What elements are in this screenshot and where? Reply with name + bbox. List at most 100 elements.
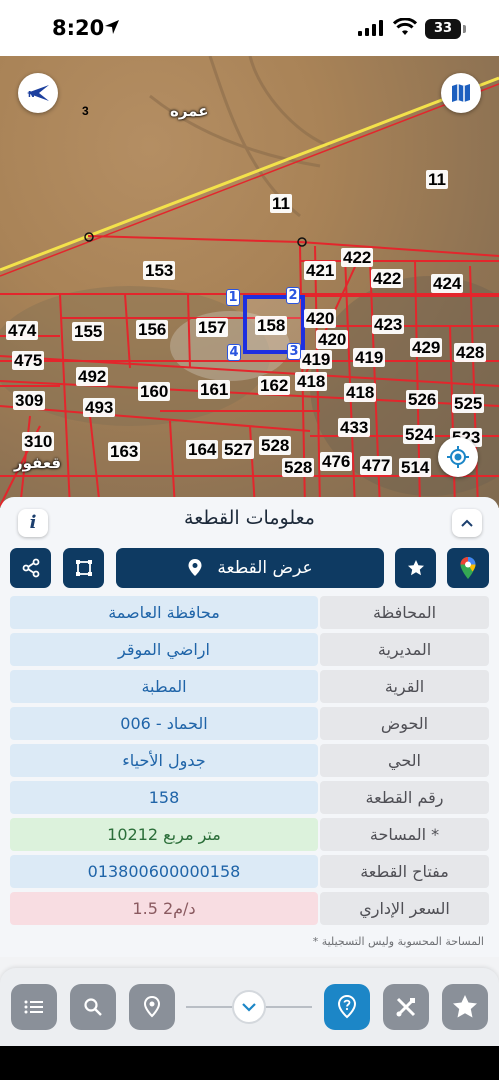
favorite-button[interactable]	[395, 548, 436, 588]
info-row-value[interactable]: الحماد - 006	[10, 707, 318, 740]
pin-search-button[interactable]	[129, 984, 175, 1030]
plot-label[interactable]: 155	[72, 322, 105, 341]
plot-label[interactable]: 160	[138, 382, 171, 401]
plot-label[interactable]: 158	[255, 316, 288, 335]
map-icon	[452, 84, 470, 102]
svg-text:N: N	[28, 90, 35, 99]
plot-label[interactable]: 422	[341, 248, 374, 267]
plot-label[interactable]: 419	[300, 350, 333, 369]
plot-label[interactable]: 526	[406, 390, 439, 409]
info-row-label: الحي	[320, 744, 489, 777]
info-row-label: الحوض	[320, 707, 489, 740]
chevron-up-icon	[461, 519, 473, 527]
badge-button[interactable]	[442, 984, 488, 1030]
open-in-maps-button[interactable]	[447, 548, 489, 588]
map-view[interactable]: عمره قعفور 3 11 11 153 422 421 422 424 4…	[0, 56, 499, 508]
star-icon	[407, 560, 424, 576]
plot-label[interactable]: 422	[371, 269, 404, 288]
plot-label[interactable]: 528	[259, 436, 292, 455]
plot-label[interactable]: 477	[360, 456, 393, 475]
plot-label[interactable]: 433	[338, 418, 371, 437]
info-row: جدول الأحياء الحي	[10, 744, 489, 777]
plot-label[interactable]: 524	[403, 425, 436, 444]
share-icon	[22, 558, 39, 578]
plot-label[interactable]: 153	[143, 261, 176, 280]
info-row-value[interactable]: 10212 متر مربع	[10, 818, 318, 851]
plot-label[interactable]: 420	[304, 309, 337, 328]
info-row-value[interactable]: 158	[10, 781, 318, 814]
search-button[interactable]	[70, 984, 116, 1030]
show-plot-label: عرض القطعة	[217, 558, 313, 578]
plot-label[interactable]: 161	[198, 380, 231, 399]
info-row-label: رقم القطعة	[320, 781, 489, 814]
compass-button[interactable]: N	[18, 73, 58, 113]
plot-label[interactable]: 525	[452, 394, 485, 413]
info-row-label: مفتاح القطعة	[320, 855, 489, 888]
badge-star-icon	[453, 995, 477, 1018]
info-row-label: المديرية	[320, 633, 489, 666]
plot-label[interactable]: 421	[304, 261, 337, 280]
info-row-value[interactable]: اراضي الموقر	[10, 633, 318, 666]
info-row-label: المحافظة	[320, 596, 489, 629]
map-layers-button[interactable]	[441, 73, 481, 113]
plot-label[interactable]: 163	[108, 442, 141, 461]
info-table: محافظة العاصمة المحافظة اراضي الموقر المدير…	[10, 596, 489, 929]
plot-label[interactable]: 162	[258, 376, 291, 395]
plot-label[interactable]: 157	[196, 318, 229, 337]
plot-label[interactable]: 474	[6, 321, 39, 340]
info-row-value[interactable]: جدول الأحياء	[10, 744, 318, 777]
locate-icon	[447, 446, 469, 468]
plot-label[interactable]: 156	[136, 320, 169, 339]
plot-label[interactable]: 164	[186, 440, 219, 459]
plot-label[interactable]: 428	[454, 343, 487, 362]
plot-label[interactable]: 3	[80, 104, 91, 118]
plot-label[interactable]: 419	[353, 348, 386, 367]
plot-label[interactable]: 475	[12, 351, 45, 370]
info-row: 1.5 د/م2 السعر الإداري	[10, 892, 489, 925]
plot-label[interactable]: 514	[399, 458, 432, 477]
place-label-amra: عمره	[170, 102, 209, 120]
plot-label[interactable]: 528	[282, 458, 315, 477]
plot-label[interactable]: 423	[372, 315, 405, 334]
list-button[interactable]	[11, 984, 57, 1030]
info-row-label: السعر الإداري	[320, 892, 489, 925]
locate-button[interactable]	[438, 437, 478, 477]
plot-label[interactable]: 424	[431, 274, 464, 293]
plot-label[interactable]: 429	[410, 338, 443, 357]
info-row: الحماد - 006 الحوض	[10, 707, 489, 740]
list-icon	[24, 1000, 43, 1014]
area-footnote: * المساحة المحسوبة وليس التسجيلية	[312, 935, 484, 948]
show-plot-button[interactable]: عرض القطعة	[116, 548, 384, 588]
plot-label[interactable]: 492	[76, 367, 109, 386]
parcel-vertex: 3	[287, 343, 301, 360]
info-row: 10212 متر مربع المساحة *	[10, 818, 489, 851]
info-row: محافظة العاصمة المحافظة	[10, 596, 489, 629]
info-row-value[interactable]: المطبة	[10, 670, 318, 703]
tools-button[interactable]	[383, 984, 429, 1030]
zoom-slider-knob[interactable]	[232, 990, 266, 1024]
info-row-value[interactable]: محافظة العاصمة	[10, 596, 318, 629]
info-row-value[interactable]: 013800600000158	[10, 855, 318, 888]
parcel-vertex: 1	[226, 289, 240, 306]
tools-icon	[396, 997, 416, 1017]
plot-label[interactable]: 493	[83, 398, 116, 417]
pin-search-icon	[143, 996, 161, 1018]
measure-button[interactable]	[63, 548, 104, 588]
plot-label[interactable]: 420	[316, 330, 349, 349]
plot-label[interactable]: 418	[344, 383, 377, 402]
info-row-label: القرية	[320, 670, 489, 703]
share-button[interactable]	[10, 548, 51, 588]
collapse-button[interactable]	[452, 509, 482, 537]
plot-label[interactable]: 527	[222, 440, 255, 459]
plot-label[interactable]: 11	[270, 194, 292, 213]
plot-label[interactable]: 11	[426, 170, 448, 189]
question-pin-icon	[337, 995, 357, 1019]
plot-label[interactable]: 418	[295, 372, 328, 391]
plot-label[interactable]: 310	[22, 432, 55, 451]
help-pin-button[interactable]	[324, 984, 370, 1030]
place-label-agfour: قعفور	[14, 454, 62, 472]
plot-label[interactable]: 309	[13, 391, 46, 410]
info-row-value[interactable]: 1.5 د/م2	[10, 892, 318, 925]
plot-label[interactable]: 476	[320, 452, 353, 471]
wifi-icon	[393, 18, 417, 35]
